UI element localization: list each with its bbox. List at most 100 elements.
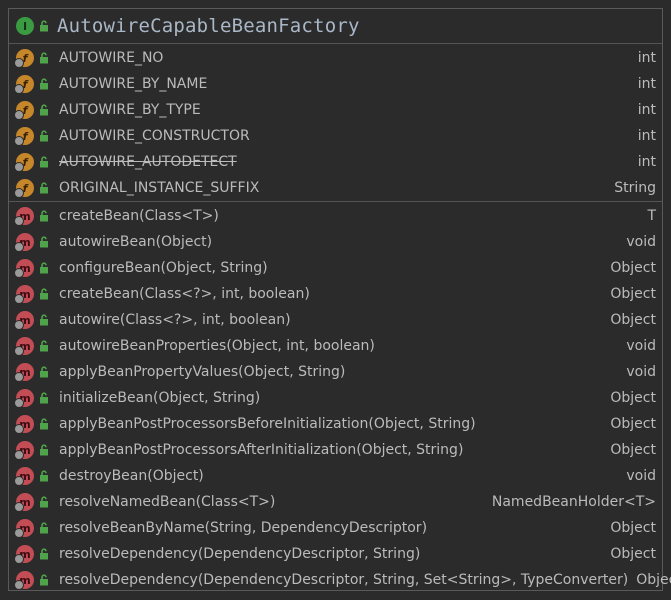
public-lock-icon	[40, 574, 48, 586]
public-lock-icon	[40, 262, 48, 274]
pin-icon	[14, 162, 24, 172]
field-row[interactable]: f AUTOWIRE_CONSTRUCTOR int	[9, 123, 662, 149]
field-icon: f	[14, 48, 35, 68]
methods-section: m createBean(Class<T>) Tm autowireBean(Obje…	[9, 202, 671, 593]
method-row[interactable]: m resolveNamedBean(Class<T>) NamedBeanHold…	[9, 489, 662, 515]
pin-icon	[14, 188, 24, 198]
method-name: applyBeanPropertyValues(Object, String)	[59, 364, 346, 380]
method-icon: m	[14, 414, 35, 434]
public-lock-icon	[40, 20, 48, 32]
public-lock-icon	[40, 496, 48, 508]
method-row[interactable]: m createBean(Class<T>) T	[9, 203, 662, 229]
method-row[interactable]: m configureBean(Object, String) Object	[9, 255, 662, 281]
pin-icon	[14, 216, 24, 226]
field-icon: f	[14, 126, 35, 146]
public-lock-icon	[40, 104, 48, 116]
method-row[interactable]: m initializeBean(Object, String) Object	[9, 385, 662, 411]
method-name: destroyBean(Object)	[59, 468, 204, 484]
method-type: Object	[610, 520, 656, 536]
field-row[interactable]: f AUTOWIRE_NO int	[9, 45, 662, 71]
public-lock-icon	[40, 366, 48, 378]
pin-icon	[14, 294, 24, 304]
method-name: autowireBean(Object)	[59, 234, 213, 250]
method-type: void	[626, 364, 656, 380]
method-icon: m	[14, 362, 35, 382]
method-row[interactable]: m autowireBean(Object) void	[9, 229, 662, 255]
field-name: AUTOWIRE_BY_TYPE	[59, 102, 201, 118]
method-icon: m	[14, 440, 35, 460]
field-name: AUTOWIRE_BY_NAME	[59, 76, 208, 92]
method-row[interactable]: m resolveBeanByName(String, DependencyDes…	[9, 515, 662, 541]
pin-icon	[14, 398, 24, 408]
pin-icon	[14, 502, 24, 512]
public-lock-icon	[40, 470, 48, 482]
pin-icon	[14, 346, 24, 356]
method-name: autowireBeanProperties(Object, int, bool…	[59, 338, 375, 354]
class-diagram-node[interactable]: I AutowireCapableBeanFactory f AUTOWIRE_N…	[8, 8, 671, 593]
public-lock-icon	[40, 418, 48, 430]
method-type: void	[626, 234, 656, 250]
pin-icon	[14, 268, 24, 278]
method-name: createBean(Class<T>)	[59, 208, 219, 224]
interface-icon: I	[15, 16, 35, 36]
method-row[interactable]: m resolveDependency(DependencyDescriptor,…	[9, 567, 671, 593]
method-type: Object	[610, 286, 656, 302]
class-name: AutowireCapableBeanFactory	[57, 15, 360, 37]
pin-icon	[14, 424, 24, 434]
method-name: resolveDependency(DependencyDescriptor, …	[59, 546, 421, 562]
method-icon: m	[14, 232, 35, 252]
field-row[interactable]: f AUTOWIRE_AUTODETECT int	[9, 149, 662, 175]
field-type: int	[637, 50, 656, 66]
method-name: resolveBeanByName(String, DependencyDesc…	[59, 520, 428, 536]
pin-icon	[14, 242, 24, 252]
public-lock-icon	[40, 182, 48, 194]
field-row[interactable]: f AUTOWIRE_BY_TYPE int	[9, 97, 662, 123]
method-type: T	[647, 208, 656, 224]
method-row[interactable]: m destroyBean(Object) void	[9, 463, 662, 489]
field-icon: f	[14, 152, 35, 172]
method-row[interactable]: m autowireBeanProperties(Object, int, boo…	[9, 333, 662, 359]
public-lock-icon	[40, 288, 48, 300]
method-row[interactable]: m applyBeanPostProcessorsBeforeInitializa…	[9, 411, 662, 437]
pin-icon	[14, 320, 24, 330]
public-lock-icon	[40, 444, 48, 456]
field-row[interactable]: f AUTOWIRE_BY_NAME int	[9, 71, 662, 97]
method-type: void	[626, 338, 656, 354]
field-type: int	[637, 128, 656, 144]
public-lock-icon	[40, 548, 48, 560]
field-type: int	[637, 154, 656, 170]
public-lock-icon	[40, 78, 48, 90]
field-name: ORIGINAL_INSTANCE_SUFFIX	[59, 180, 260, 196]
pin-icon	[14, 450, 24, 460]
public-lock-icon	[40, 130, 48, 142]
field-type: int	[637, 102, 656, 118]
fields-section: f AUTOWIRE_NO int f AUTOWIRE_BY_NAME int f AUTO…	[9, 44, 662, 202]
class-header: I AutowireCapableBeanFactory	[9, 9, 662, 44]
method-name: applyBeanPostProcessorsBeforeInitializat…	[59, 416, 476, 432]
method-row[interactable]: m createBean(Class<?>, int, boolean) Objec…	[9, 281, 662, 307]
method-icon: m	[14, 570, 35, 590]
field-type: String	[614, 180, 656, 196]
method-type: Object	[636, 572, 671, 588]
method-row[interactable]: m autowire(Class<?>, int, boolean) Object	[9, 307, 662, 333]
method-name: initializeBean(Object, String)	[59, 390, 261, 406]
field-icon: f	[14, 178, 35, 198]
field-row[interactable]: f ORIGINAL_INSTANCE_SUFFIX String	[9, 175, 662, 201]
method-type: Object	[610, 312, 656, 328]
method-name: resolveNamedBean(Class<T>)	[59, 494, 276, 510]
method-icon: m	[14, 284, 35, 304]
field-icon: f	[14, 74, 35, 94]
pin-icon	[14, 476, 24, 486]
method-type: Object	[610, 546, 656, 562]
method-row[interactable]: m applyBeanPropertyValues(Object, String)…	[9, 359, 662, 385]
field-name: AUTOWIRE_NO	[59, 50, 164, 66]
method-row[interactable]: m resolveDependency(DependencyDescriptor,…	[9, 541, 662, 567]
public-lock-icon	[40, 210, 48, 222]
method-row[interactable]: m applyBeanPostProcessorsAfterInitializat…	[9, 437, 662, 463]
method-name: applyBeanPostProcessorsAfterInitializati…	[59, 442, 464, 458]
pin-icon	[14, 554, 24, 564]
method-name: autowire(Class<?>, int, boolean)	[59, 312, 291, 328]
method-name: configureBean(Object, String)	[59, 260, 268, 276]
method-name: resolveDependency(DependencyDescriptor, …	[59, 572, 629, 588]
method-icon: m	[14, 518, 35, 538]
